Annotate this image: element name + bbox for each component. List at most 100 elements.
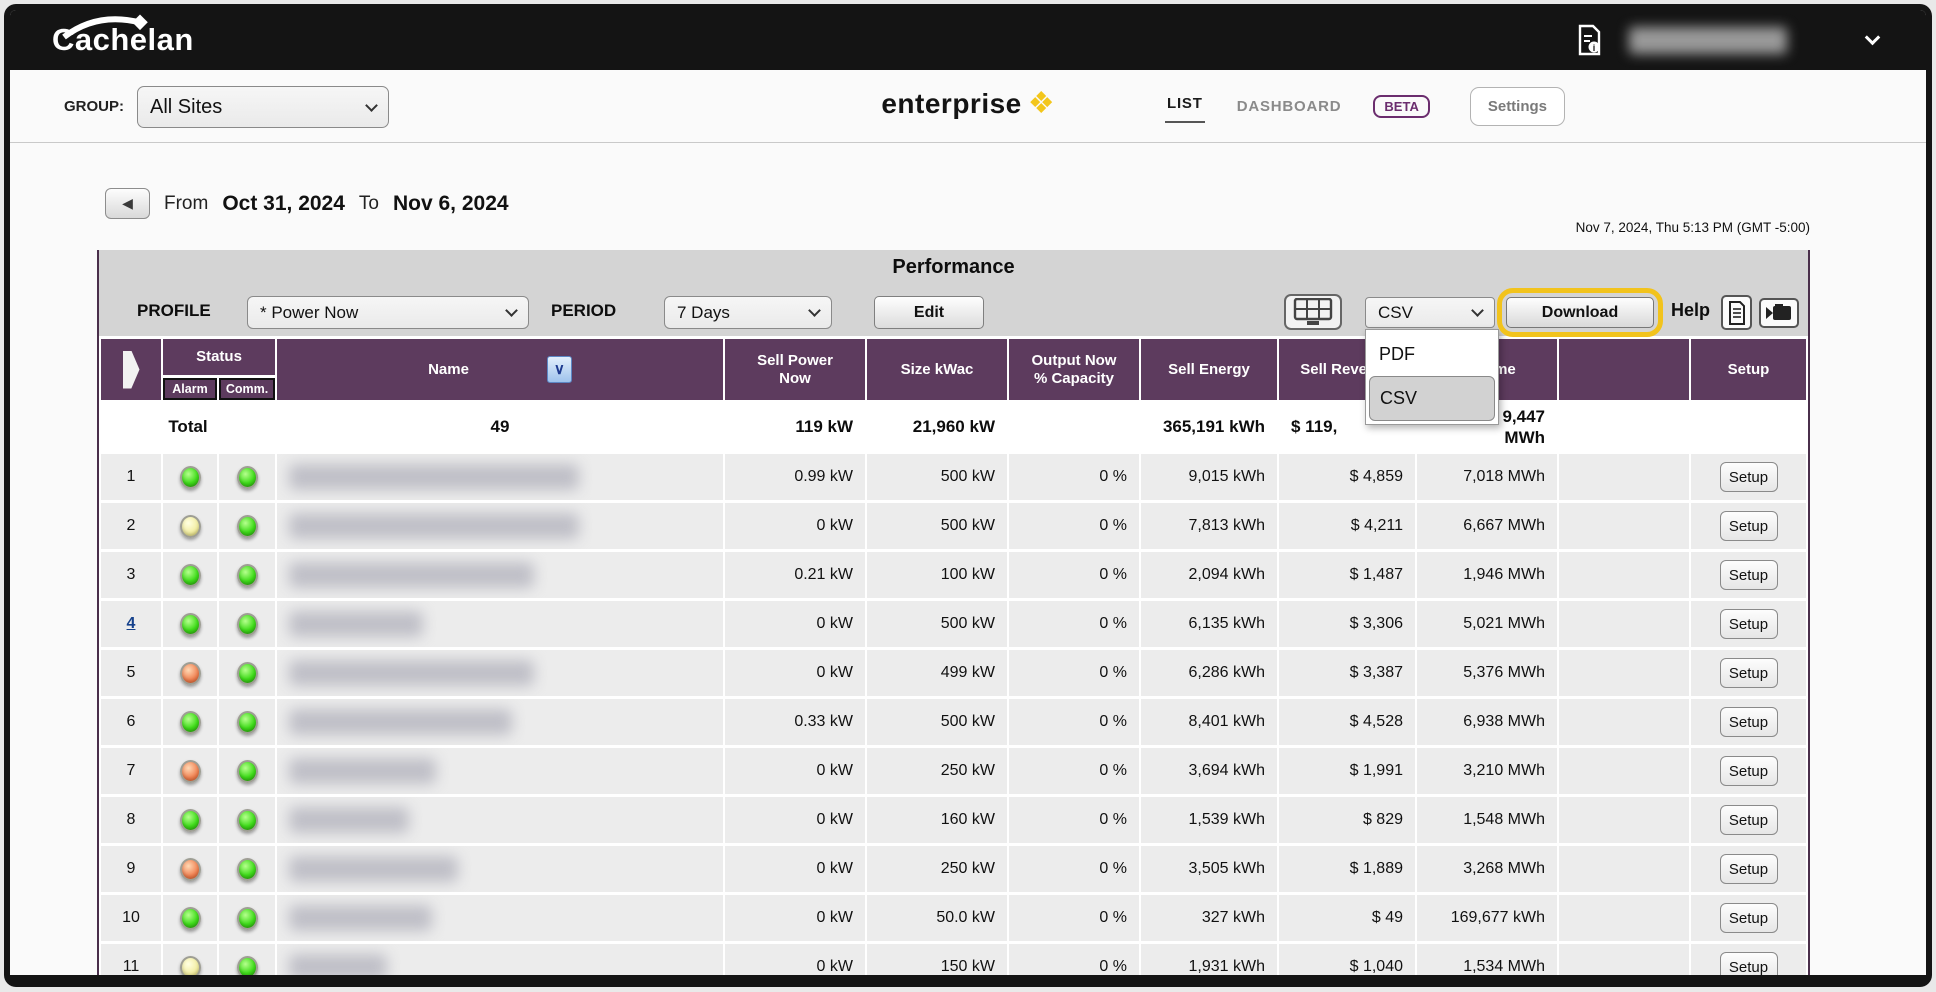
tab-list[interactable]: LIST <box>1165 91 1205 123</box>
empty-cell <box>1559 846 1689 892</box>
previous-period-button[interactable]: ◀ <box>105 188 150 219</box>
comm-led <box>237 907 258 930</box>
site-name-blurred <box>277 454 723 500</box>
account-name-blurred <box>1629 27 1787 54</box>
setup-button[interactable]: Setup <box>1720 805 1778 835</box>
expand-column-header[interactable] <box>101 339 161 400</box>
setup-cell: Setup <box>1691 601 1806 647</box>
alarm-led <box>180 760 201 783</box>
row-number: 2 <box>101 503 161 549</box>
site-name-blurred <box>277 797 723 843</box>
size-kwac-value: 160 kW <box>867 797 1007 843</box>
sell-power-now-value: 0.33 kW <box>725 699 865 745</box>
empty-header <box>1559 339 1689 400</box>
setup-button[interactable]: Setup <box>1720 707 1778 737</box>
account-area[interactable]: i <box>1577 10 1878 70</box>
sell-energy-value: 1,931 kWh <box>1141 944 1277 987</box>
edit-button[interactable]: Edit <box>874 296 984 329</box>
size-kwac-value: 500 kW <box>867 601 1007 647</box>
sell-revenue-value: $ 4,211 <box>1279 503 1415 549</box>
setup-button[interactable]: Setup <box>1720 462 1778 492</box>
site-name-blurred <box>277 895 723 941</box>
table-row: 1 0.99 kW 500 kW 0 % 9,015 kWh $ 4,859 7… <box>101 454 1806 500</box>
status-header: Status <box>163 339 275 375</box>
output-now-value: 0 % <box>1009 650 1139 696</box>
setup-button[interactable]: Setup <box>1720 658 1778 688</box>
output-now-value: 0 % <box>1009 552 1139 598</box>
site-name-blurred <box>277 503 723 549</box>
lifetime-value: 1,534 MWh <box>1417 944 1557 987</box>
table-grid-icon <box>1293 298 1333 326</box>
setup-button[interactable]: Setup <box>1720 609 1778 639</box>
empty-cell <box>1559 503 1689 549</box>
table-view-button[interactable] <box>1284 294 1342 330</box>
comm-led <box>237 613 258 636</box>
table-row: 2 0 kW 500 kW 0 % 7,813 kWh $ 4,211 6,66… <box>101 503 1806 549</box>
lifetime-value: 1,946 MWh <box>1417 552 1557 598</box>
row-number[interactable]: 4 <box>101 601 161 647</box>
profile-select[interactable]: * Power Now <box>247 296 529 329</box>
alarm-subheader: Alarm <box>163 378 217 400</box>
setup-button[interactable]: Setup <box>1720 511 1778 541</box>
row-number: 7 <box>101 748 161 794</box>
sell-energy-value: 327 kWh <box>1141 895 1277 941</box>
total-size: 21,960 kW <box>867 403 1007 451</box>
sell-power-now-value: 0 kW <box>725 601 865 647</box>
setup-cell: Setup <box>1691 895 1806 941</box>
chevron-down-icon[interactable] <box>1865 29 1881 45</box>
table-row: 7 0 kW 250 kW 0 % 3,694 kWh $ 1,991 3,21… <box>101 748 1806 794</box>
alarm-led <box>180 956 201 979</box>
dropdown-option-pdf[interactable]: PDF <box>1369 333 1495 376</box>
comm-status-cell <box>219 699 275 745</box>
total-energy: 365,191 kWh <box>1141 403 1277 451</box>
table-row: 8 0 kW 160 kW 0 % 1,539 kWh $ 829 1,548 … <box>101 797 1806 843</box>
total-site-count: 49 <box>277 403 723 451</box>
alarm-led <box>180 858 201 881</box>
sell-power-now-value: 0 kW <box>725 944 865 987</box>
sell-power-now-value: 0 kW <box>725 650 865 696</box>
chevron-down-icon <box>1471 304 1484 317</box>
sort-dropdown-icon[interactable]: ∨ <box>547 356 572 383</box>
sell-revenue-value: $ 1,487 <box>1279 552 1415 598</box>
alarm-led <box>180 564 201 587</box>
group-select[interactable]: All Sites <box>137 86 389 128</box>
dropdown-option-csv[interactable]: CSV <box>1369 376 1495 421</box>
comm-status-cell <box>219 650 275 696</box>
site-name-blurred <box>277 552 723 598</box>
setup-button[interactable]: Setup <box>1720 952 1778 982</box>
lifetime-value: 5,021 MWh <box>1417 601 1557 647</box>
from-date[interactable]: Oct 31, 2024 <box>222 192 345 216</box>
alarm-status-cell <box>163 503 217 549</box>
size-kwac-value: 500 kW <box>867 699 1007 745</box>
help-label: Help <box>1671 300 1710 321</box>
sell-revenue-value: $ 1,991 <box>1279 748 1415 794</box>
sell-revenue-value: $ 3,387 <box>1279 650 1415 696</box>
download-format-select[interactable]: CSV <box>1365 297 1495 328</box>
table-row: 6 0.33 kW 500 kW 0 % 8,401 kWh $ 4,528 6… <box>101 699 1806 745</box>
tab-dashboard[interactable]: DASHBOARD <box>1237 98 1342 115</box>
to-date[interactable]: Nov 6, 2024 <box>393 192 509 216</box>
help-video-button[interactable] <box>1759 298 1799 328</box>
sell-power-now-value: 0 kW <box>725 846 865 892</box>
output-now-value: 0 % <box>1009 846 1139 892</box>
table-row: 4 0 kW 500 kW 0 % 6,135 kWh $ 3,306 5,02… <box>101 601 1806 647</box>
help-document-button[interactable] <box>1721 295 1752 330</box>
sell-power-now-value: 0 kW <box>725 503 865 549</box>
sell-revenue-value: $ 49 <box>1279 895 1415 941</box>
setup-button[interactable]: Setup <box>1720 903 1778 933</box>
total-power: 119 kW <box>725 403 865 451</box>
format-dropdown-menu: PDFCSV <box>1365 329 1499 425</box>
download-button[interactable]: Download <box>1506 297 1654 328</box>
app-window: Cachelan i GROUP: All Sites enterprise ❖… <box>4 4 1932 987</box>
setup-button[interactable]: Setup <box>1720 854 1778 884</box>
alarm-led <box>180 466 201 489</box>
comm-led <box>237 711 258 734</box>
setup-button[interactable]: Setup <box>1720 756 1778 786</box>
sell-revenue-value: $ 1,040 <box>1279 944 1415 987</box>
period-select[interactable]: 7 Days <box>664 296 832 329</box>
alarm-led <box>180 662 201 685</box>
download-highlight-ring: Download <box>1497 288 1663 337</box>
settings-button[interactable]: Settings <box>1470 87 1565 126</box>
setup-button[interactable]: Setup <box>1720 560 1778 590</box>
nav-tabs: LIST DASHBOARD BETA Settings <box>1165 70 1565 143</box>
